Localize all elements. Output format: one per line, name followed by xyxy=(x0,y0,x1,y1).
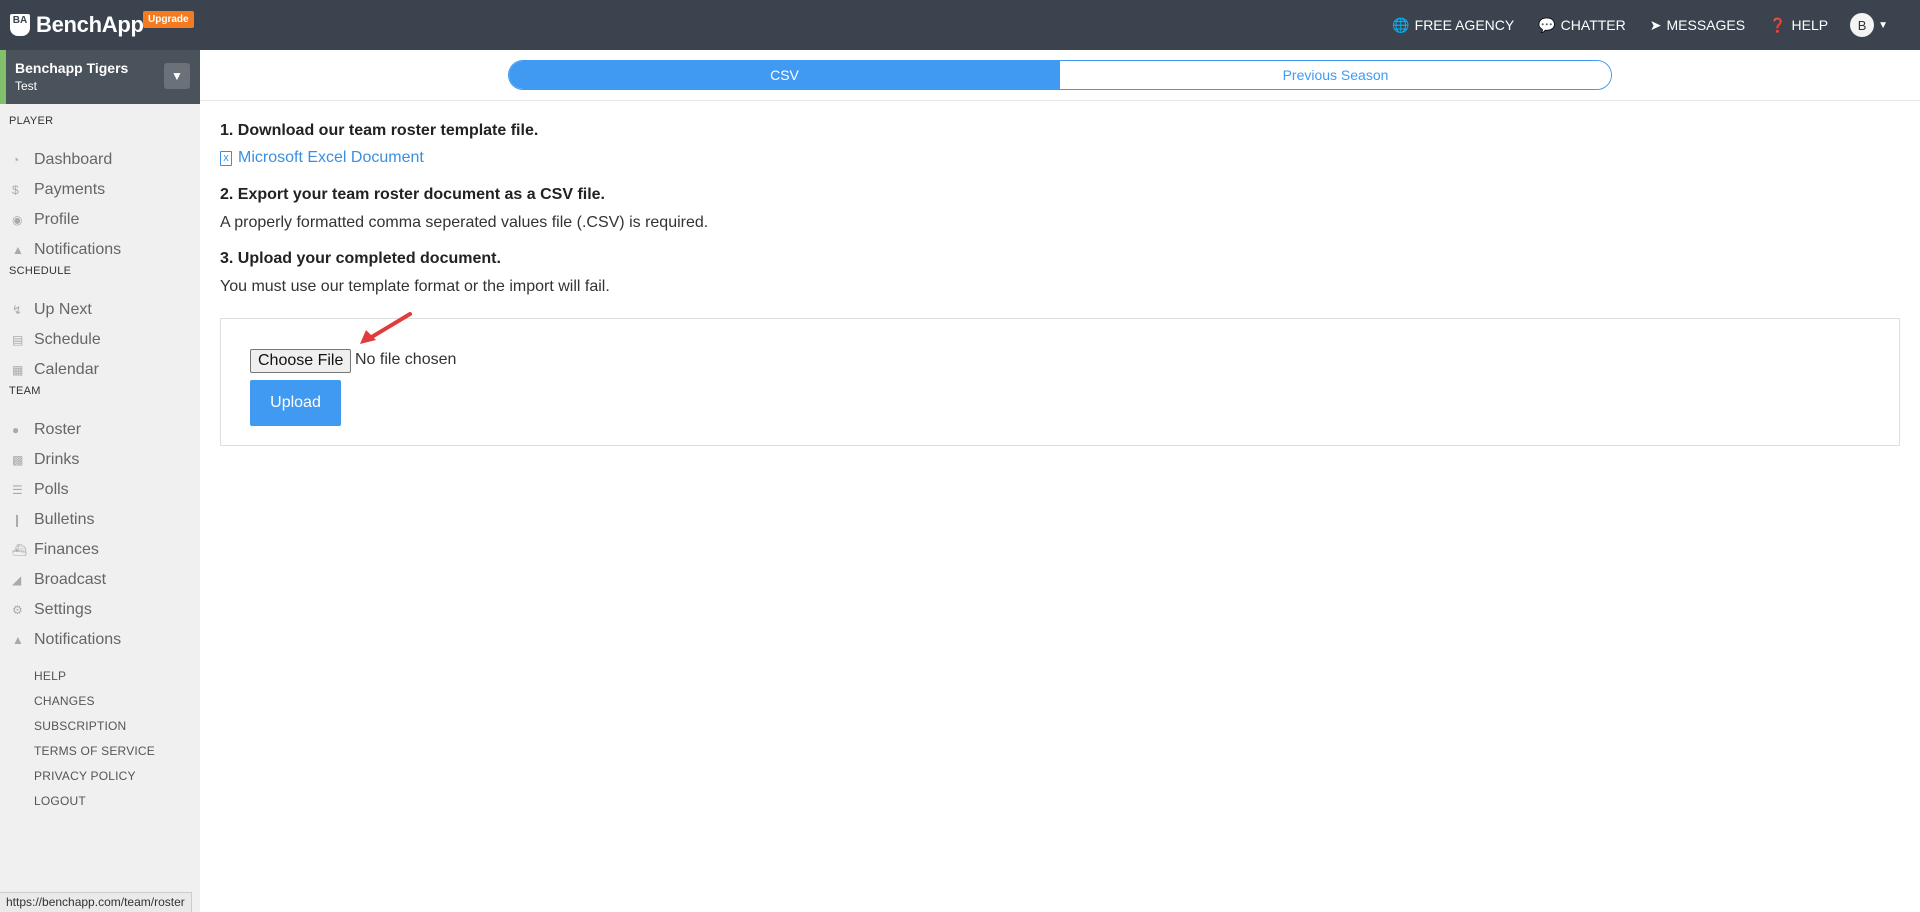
beer-icon: ▩ xyxy=(12,453,24,467)
question-circle-icon: ❓ xyxy=(1769,16,1787,33)
sidebar-item-payments[interactable]: $ Payments xyxy=(12,178,105,202)
nav-chatter[interactable]: 💬 CHATTER xyxy=(1538,17,1626,34)
sidebar-item-label: Notifications xyxy=(34,631,122,648)
sidebar-item-label: Up Next xyxy=(34,301,92,318)
sidebar-item-label: Schedule xyxy=(34,331,101,348)
nav-free-agency-label: FREE AGENCY xyxy=(1414,17,1515,33)
nav-messages-label: MESSAGES xyxy=(1666,17,1746,33)
sidebar-item-label: Finances xyxy=(34,541,99,558)
chevron-down-icon: ▼ xyxy=(171,69,183,83)
team-selector[interactable]: Benchapp Tigers Test ▼ xyxy=(0,50,200,104)
team-name: Benchapp Tigers xyxy=(15,60,129,76)
pin-icon: ❙ xyxy=(12,513,23,527)
sidebar-item-label: Roster xyxy=(34,421,82,438)
team-dropdown-toggle[interactable]: ▼ xyxy=(164,63,190,89)
sidebar-item-label: Broadcast xyxy=(34,571,107,588)
choose-file-button[interactable]: Choose File xyxy=(250,349,352,373)
nav-help[interactable]: ❓ HELP xyxy=(1769,17,1828,34)
excel-template-link[interactable]: x Microsoft Excel Document xyxy=(220,149,424,167)
team-subtitle: Test xyxy=(15,79,38,93)
calendar-icon: ▦ xyxy=(12,363,24,377)
red-arrow-annotation-icon xyxy=(360,312,412,344)
footer-changes-link[interactable]: CHANGES xyxy=(34,694,95,708)
step-3-text: You must use our template format or the … xyxy=(220,278,610,295)
footer-privacy-link[interactable]: PRIVACY POLICY xyxy=(34,769,136,783)
sidebar-item-bulletins[interactable]: ❙ Bulletins xyxy=(12,508,94,532)
section-player: PLAYER xyxy=(9,115,54,127)
section-schedule: SCHEDULE xyxy=(9,265,72,277)
user-avatar[interactable]: B xyxy=(1850,13,1875,37)
sidebar-item-label: Bulletins xyxy=(34,511,95,528)
top-navbar: BA BenchApp Upgrade 🌐 FREE AGENCY 💬 CHAT… xyxy=(0,0,1920,50)
nav-messages[interactable]: ➤ MESSAGES xyxy=(1650,17,1745,34)
sidebar-item-notifications[interactable]: ▲ Notifications xyxy=(12,238,121,262)
dollar-icon: $ xyxy=(12,183,19,197)
sidebar-item-schedule[interactable]: ▤ Schedule xyxy=(12,328,101,352)
footer-subscription-link[interactable]: SUBSCRIPTION xyxy=(34,719,126,733)
footer-help-link[interactable]: HELP xyxy=(34,669,66,683)
browser-status-url: https://benchapp.com/team/roster xyxy=(0,892,192,912)
nav-help-label: HELP xyxy=(1791,17,1829,33)
step-3-title: 3. Upload your completed document. xyxy=(220,250,501,267)
sidebar-item-finances[interactable]: ⛴ Finances xyxy=(12,538,99,562)
sidebar-item-calendar[interactable]: ▦ Calendar xyxy=(12,358,99,382)
top-nav-links: 🌐 FREE AGENCY 💬 CHATTER ➤ MESSAGES ❓ HEL… xyxy=(1368,0,1888,50)
bell-icon: ▲ xyxy=(12,243,24,257)
tab-previous-season[interactable]: Previous Season xyxy=(1060,61,1611,89)
sidebar-item-drinks[interactable]: ▩ Drinks xyxy=(12,448,79,472)
file-chosen-status: No file chosen xyxy=(355,351,457,368)
header-divider xyxy=(200,100,1920,101)
sidebar-item-label: Profile xyxy=(34,211,80,228)
cogs-icon: ⚙ xyxy=(12,603,23,617)
import-tabs: CSV Previous Season xyxy=(508,60,1612,90)
bank-icon: ⛴ xyxy=(12,543,28,557)
sidebar-item-label: Calendar xyxy=(34,361,99,378)
section-team: TEAM xyxy=(9,385,41,397)
sidebar: Benchapp Tigers Test ▼ PLAYER ◔ Dashboard… xyxy=(0,50,200,912)
paper-plane-icon: ➤ xyxy=(1649,16,1662,33)
excel-link-label: Microsoft Excel Document xyxy=(238,149,424,166)
chevron-down-icon[interactable]: ▼ xyxy=(1878,20,1888,31)
sidebar-item-up-next[interactable]: ↯ Up Next xyxy=(12,298,92,322)
bell-icon: ▲ xyxy=(12,633,24,647)
sidebar-item-roster[interactable]: ● Roster xyxy=(12,418,81,442)
footer-logout-link[interactable]: LOGOUT xyxy=(34,794,86,808)
globe-icon: 🌐 xyxy=(1392,16,1410,33)
sidebar-item-label: Notifications xyxy=(34,241,122,258)
step-2-text: A properly formatted comma seperated val… xyxy=(220,214,709,231)
upgrade-badge[interactable]: Upgrade xyxy=(143,11,194,28)
logo-badge-icon: BA xyxy=(10,14,30,36)
benchapp-logo[interactable]: BA BenchApp xyxy=(10,12,144,37)
sidebar-item-label: Payments xyxy=(34,181,106,198)
upload-panel: Choose File No file chosen Upload xyxy=(220,318,1900,446)
sidebar-item-label: Settings xyxy=(34,601,92,618)
logo-text: BenchApp xyxy=(36,12,144,37)
sidebar-item-label: Dashboard xyxy=(34,151,113,168)
sidebar-item-dashboard[interactable]: ◔ Dashboard xyxy=(12,148,112,172)
users-icon: ● xyxy=(12,423,20,437)
sidebar-item-team-notifications[interactable]: ▲ Notifications xyxy=(12,628,121,652)
sidebar-item-broadcast[interactable]: ◢ Broadcast xyxy=(12,568,106,592)
chat-bubbles-icon: 💬 xyxy=(1538,16,1556,33)
dashboard-icon: ◔ xyxy=(12,153,20,167)
sidebar-item-polls[interactable]: ☰ Polls xyxy=(12,478,69,502)
step-2-title: 2. Export your team roster document as a… xyxy=(220,186,605,203)
bolt-icon: ↯ xyxy=(12,303,23,317)
step-1-title: 1. Download our team roster template fil… xyxy=(220,122,539,139)
excel-file-icon: x xyxy=(220,150,232,166)
footer-terms-link[interactable]: TERMS OF SERVICE xyxy=(34,744,155,758)
tab-csv[interactable]: CSV xyxy=(509,61,1060,89)
sidebar-item-profile[interactable]: ◉ Profile xyxy=(12,208,79,232)
upload-button[interactable]: Upload xyxy=(250,380,341,426)
list-icon: ▤ xyxy=(12,333,24,347)
sidebar-item-label: Polls xyxy=(34,481,69,498)
sidebar-item-label: Drinks xyxy=(34,451,80,468)
sidebar-item-settings[interactable]: ⚙ Settings xyxy=(12,598,92,622)
nav-free-agency[interactable]: 🌐 FREE AGENCY xyxy=(1392,17,1514,34)
megaphone-icon: ◢ xyxy=(12,573,22,587)
nav-chatter-label: CHATTER xyxy=(1560,17,1626,33)
user-circle-icon: ◉ xyxy=(12,213,23,227)
list-bullets-icon: ☰ xyxy=(12,483,23,497)
